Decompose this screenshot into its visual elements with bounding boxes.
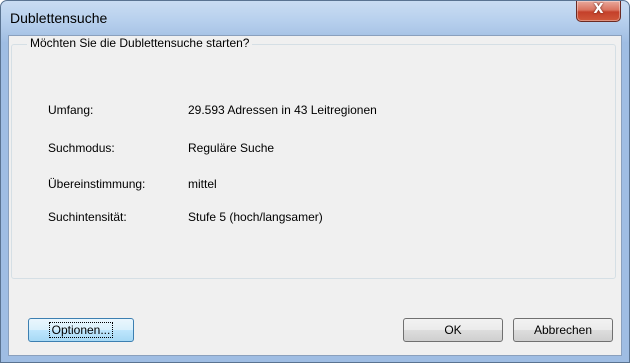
match-label: Übereinstimmung: bbox=[48, 177, 146, 191]
groupbox-legend: Möchten Sie die Dublettensuche starten? bbox=[27, 36, 253, 50]
search-intensity-value: Stufe 5 (hoch/langsamer) bbox=[188, 210, 323, 224]
search-mode-value: Reguläre Suche bbox=[188, 141, 275, 155]
close-button[interactable]: X bbox=[576, 1, 621, 22]
options-button-label: Optionen... bbox=[48, 322, 114, 338]
search-mode-label: Suchmodus: bbox=[48, 141, 115, 155]
search-intensity-label: Suchintensität: bbox=[48, 210, 127, 224]
cancel-button[interactable]: Abbrechen bbox=[513, 318, 613, 342]
ok-button[interactable]: OK bbox=[403, 318, 503, 342]
window-title: Dublettensuche bbox=[10, 10, 108, 26]
scope-value: 29.593 Adressen in 43 Leitregionen bbox=[188, 103, 377, 117]
title-bar[interactable]: Dublettensuche X bbox=[1, 1, 629, 35]
match-value: mittel bbox=[188, 177, 217, 191]
close-icon: X bbox=[593, 2, 604, 17]
summary-groupbox bbox=[11, 44, 616, 279]
scope-label: Umfang: bbox=[48, 103, 94, 117]
options-button[interactable]: Optionen... bbox=[28, 318, 134, 342]
